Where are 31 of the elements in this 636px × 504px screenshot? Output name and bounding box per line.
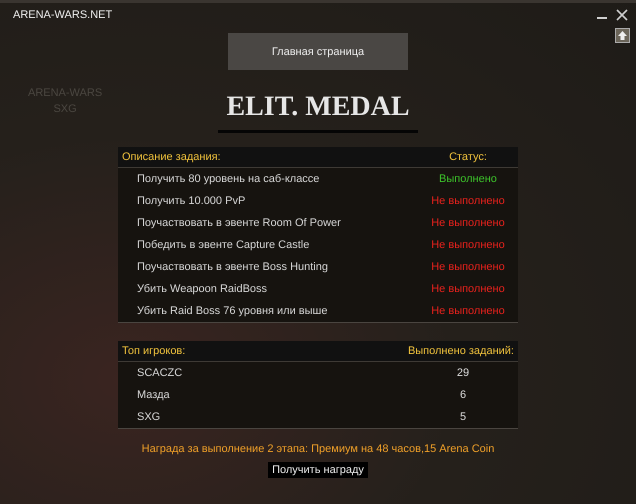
column-header: Топ игроков:: [121, 345, 186, 357]
reward-text: Награда за выполнение 2 этапа: Премиум на 48 часов,15 Arena Coin: [142, 443, 494, 455]
task-status: Не выполнено: [430, 217, 506, 229]
task-text: Победить в эвенте Capture Castle: [136, 239, 310, 251]
task-text: Получить 80 уровень на саб-классе: [136, 173, 320, 185]
player-name: Мазда: [136, 389, 171, 401]
task-count: 5: [458, 411, 468, 423]
task-text: Поучаствовать в эвенте Boss Hunting: [136, 261, 329, 273]
task-status: Не выполнено: [430, 305, 506, 317]
task-status: Не выполнено: [430, 261, 506, 273]
player-name: SCACZC: [136, 367, 184, 379]
home-button[interactable]: Главная страница: [228, 33, 408, 70]
task-text: Поучаствовать в эвенте Room Of Power: [136, 217, 342, 229]
task-count: 6: [458, 389, 468, 401]
scroll-up-icon[interactable]: [615, 28, 630, 43]
close-icon[interactable]: [616, 9, 628, 21]
task-text: Получить 10.000 PvP: [136, 195, 246, 207]
column-header: Описание задания:: [121, 151, 222, 163]
task-status: Выполнено: [438, 173, 498, 185]
column-header: Выполнено заданий:: [408, 345, 515, 357]
task-status: Не выполнено: [430, 239, 506, 251]
task-status: Не выполнено: [430, 283, 506, 295]
column-header: Статус:: [448, 151, 488, 163]
window-title: ARENA-WARS.NET: [13, 9, 112, 21]
logo: ELIT. MEDAL: [218, 84, 418, 133]
task-text: Убить Weapoon RaidBoss: [136, 283, 268, 295]
task-text: Убить Raid Boss 76 уровня или выше: [136, 305, 328, 317]
player-name: SXG: [136, 411, 162, 423]
claim-button[interactable]: Получить награду: [268, 462, 368, 478]
task-status: Не выполнено: [430, 195, 506, 207]
task-count: 29: [456, 367, 470, 379]
